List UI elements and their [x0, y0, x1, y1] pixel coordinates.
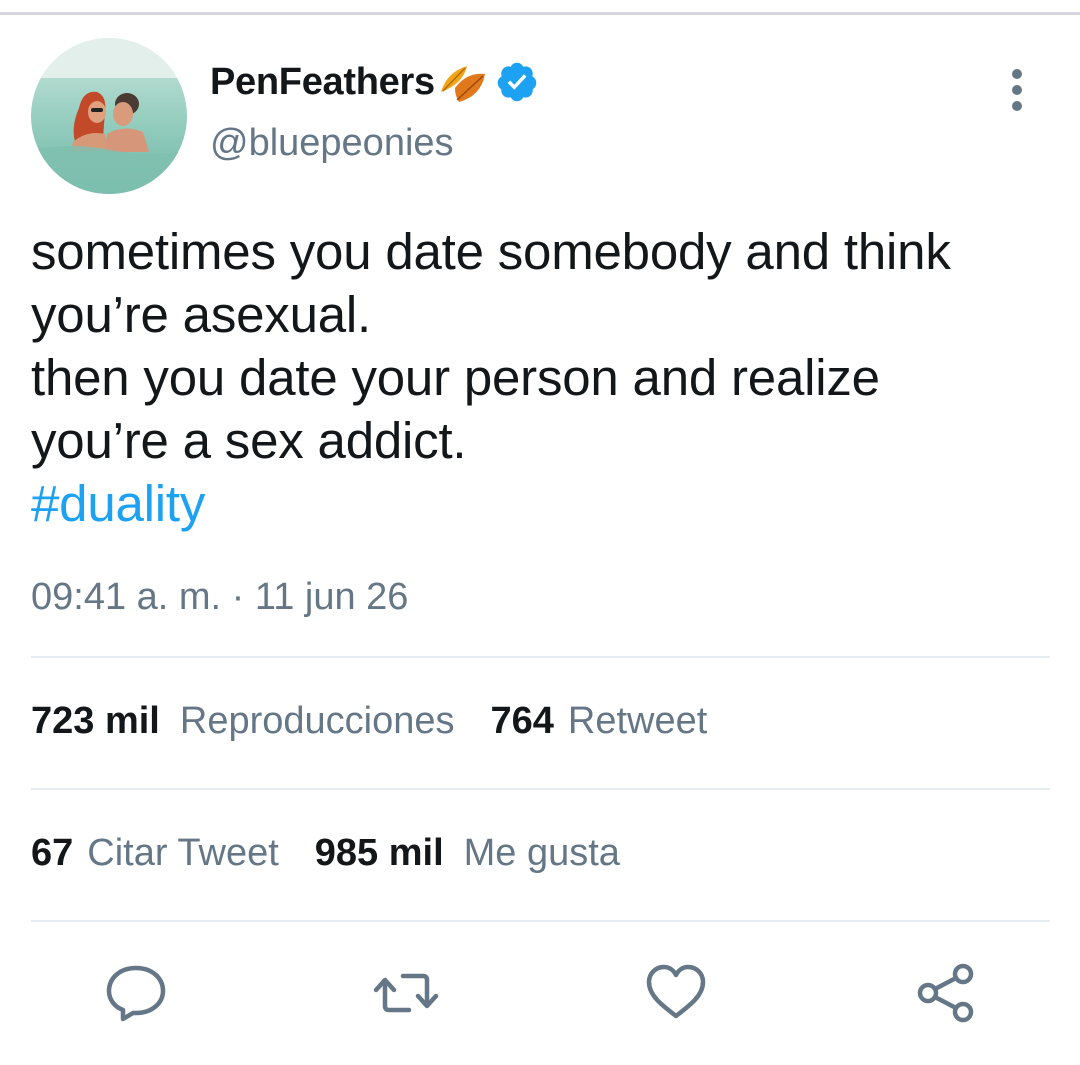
top-divider: [0, 12, 1080, 15]
reply-button[interactable]: [101, 958, 171, 1028]
divider: [31, 656, 1050, 658]
tweet-text-line: you’re a sex addict.: [31, 412, 467, 469]
verified-badge-icon: [497, 62, 537, 102]
tweet-text-line: then you date your person and realize: [31, 349, 880, 406]
avatar-photo: [31, 38, 187, 194]
share-icon: [917, 963, 974, 1023]
retweets-label[interactable]: Retweet: [568, 700, 707, 743]
heart-icon: [646, 964, 706, 1019]
views-count: 723 mil: [31, 700, 160, 742]
tweet-timestamp[interactable]: 09:41 a. m. · 11 jun 26: [31, 576, 408, 619]
quotes-label[interactable]: Citar Tweet: [87, 832, 278, 875]
display-name[interactable]: PenFeathers: [210, 61, 435, 104]
retweet-button[interactable]: [371, 958, 441, 1028]
share-button[interactable]: [911, 958, 981, 1028]
fallen-leaf-emoji-icon: [440, 66, 485, 102]
views-label: Reproducciones: [179, 700, 455, 742]
stats-row-views-retweets: 723 mil Reproducciones 764 Retweet: [31, 700, 707, 743]
likes-count[interactable]: 985 mil: [315, 832, 444, 875]
likes-label[interactable]: Me gusta: [464, 832, 620, 875]
stats-row-quotes-likes: 67 Citar Tweet 985 mil Me gusta: [31, 832, 620, 875]
retweets-count[interactable]: 764: [490, 700, 553, 743]
divider: [31, 788, 1050, 790]
more-vertical-icon[interactable]: [1000, 68, 1034, 112]
tweet-text: sometimes you date somebody and think yo…: [31, 220, 1051, 535]
reply-icon: [106, 965, 166, 1022]
divider: [31, 920, 1050, 922]
tweet-text-line: you’re asexual.: [31, 286, 372, 343]
avatar[interactable]: [31, 38, 187, 194]
handle[interactable]: @bluepeonies: [210, 122, 454, 165]
quotes-count[interactable]: 67: [31, 832, 73, 875]
author-name-row[interactable]: PenFeathers: [210, 56, 539, 108]
hashtag-link[interactable]: #duality: [31, 472, 1051, 535]
like-button[interactable]: [641, 958, 711, 1028]
tweet-text-line: sometimes you date somebody and think: [31, 223, 951, 280]
retweet-icon: [373, 973, 439, 1013]
